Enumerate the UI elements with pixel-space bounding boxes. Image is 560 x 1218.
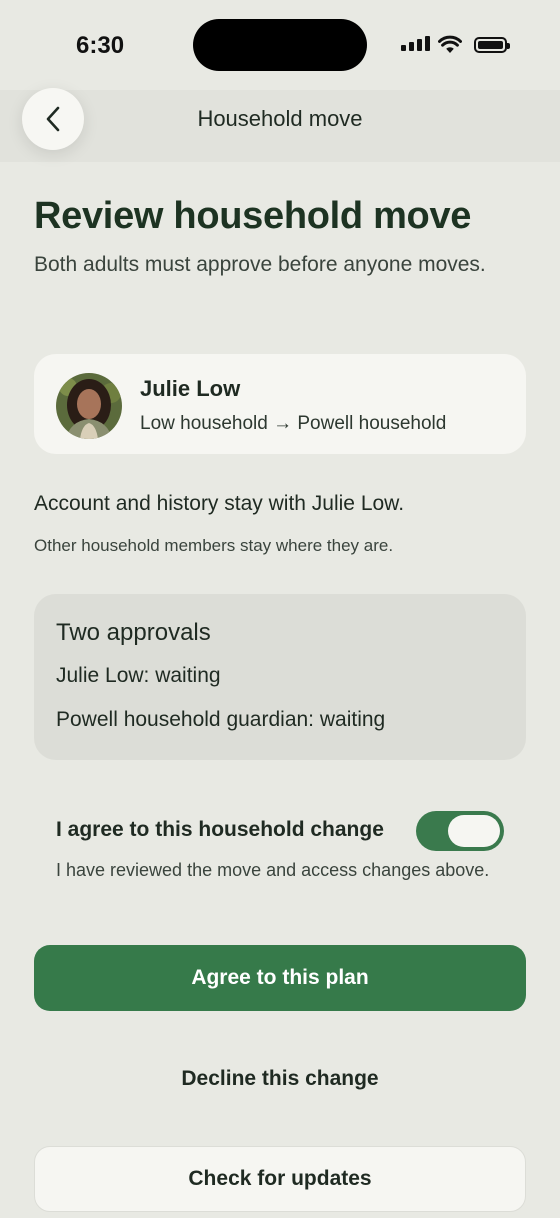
approvals-card: Two approvals Julie Low: waiting Powell … bbox=[34, 594, 526, 760]
agree-button[interactable]: Agree to this plan bbox=[34, 945, 526, 1011]
check-updates-button[interactable]: Check for updates bbox=[34, 1146, 526, 1212]
top-nav-bar: Household move bbox=[0, 88, 560, 162]
approval-status-item: Julie Low: waiting bbox=[56, 664, 221, 687]
agree-toggle[interactable] bbox=[416, 811, 504, 851]
person-card: Julie Low Low household → Powell househo… bbox=[34, 354, 526, 454]
person-name: Julie Low bbox=[140, 376, 241, 401]
back-button[interactable] bbox=[22, 88, 84, 150]
page-title: Review household move bbox=[34, 195, 472, 237]
household-move-label: Low household → Powell household bbox=[140, 413, 447, 434]
avatar bbox=[56, 373, 122, 439]
account-note: Account and history stay with Julie Low. bbox=[34, 492, 405, 515]
wifi-icon bbox=[438, 35, 462, 53]
approvals-title: Two approvals bbox=[56, 619, 211, 646]
battery-icon bbox=[474, 37, 510, 53]
status-bar: 6:30 bbox=[0, 0, 560, 90]
toggle-knob bbox=[448, 815, 500, 847]
cellular-signal-icon bbox=[401, 36, 430, 51]
status-time: 6:30 bbox=[76, 32, 125, 59]
page-header: Review household move Both adults must a… bbox=[34, 190, 526, 281]
approval-status-item: Powell household guardian: waiting bbox=[56, 708, 386, 731]
page-subtitle: Both adults must approve before anyone m… bbox=[34, 253, 486, 276]
members-note: Other household members stay where they … bbox=[34, 536, 394, 555]
agree-help-text: I have reviewed the move and access chan… bbox=[56, 860, 490, 880]
chevron-left-icon bbox=[46, 106, 60, 132]
agree-toggle-label: I agree to this household change bbox=[56, 818, 384, 841]
dynamic-island bbox=[193, 19, 367, 71]
decline-button[interactable]: Decline this change bbox=[34, 1056, 526, 1102]
nav-title: Household move bbox=[197, 106, 363, 131]
